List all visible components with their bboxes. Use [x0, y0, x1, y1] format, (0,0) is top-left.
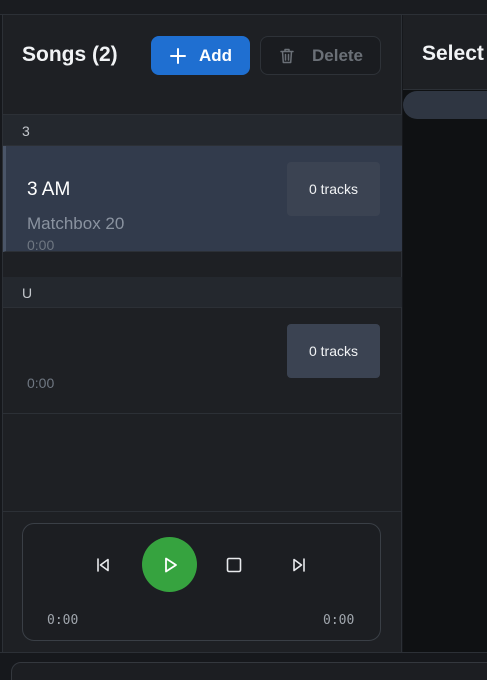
- group-header-u: U: [3, 277, 402, 308]
- group-letter: U: [22, 285, 33, 301]
- song-artist: Matchbox 20: [27, 214, 125, 233]
- add-button-label: Add: [198, 45, 233, 65]
- detail-title: Select: [422, 42, 484, 65]
- skip-previous-icon: [97, 558, 109, 572]
- play-button[interactable]: [142, 537, 197, 592]
- songs-panel: Songs (2) Add Delete 3 3 AM Matchbox 20 …: [3, 15, 402, 652]
- player-area: 0:00 0:00: [3, 511, 402, 652]
- detail-panel: Select: [403, 15, 487, 652]
- tracks-badge[interactable]: 0 tracks: [287, 162, 380, 216]
- total-time: 0:00: [323, 613, 355, 628]
- detail-header: Select: [403, 15, 487, 90]
- song-duration: 0:00: [27, 375, 55, 391]
- stop-icon: [226, 557, 242, 573]
- song-item-untitled[interactable]: 0:00 0 tracks: [3, 308, 402, 414]
- top-bar: [0, 0, 487, 15]
- group-header-3: 3: [3, 115, 402, 146]
- group-letter: 3: [22, 123, 30, 139]
- play-icon: [164, 557, 177, 572]
- skip-next-button[interactable]: [289, 556, 309, 574]
- songs-title: Songs (2): [22, 43, 118, 66]
- tracks-badge[interactable]: 0 tracks: [287, 324, 380, 378]
- detail-tab-pill[interactable]: [403, 91, 487, 119]
- trash-icon: [280, 48, 294, 63]
- stop-button[interactable]: [224, 556, 244, 574]
- bottom-bar: [0, 652, 487, 680]
- elapsed-time: 0:00: [47, 613, 79, 628]
- delete-button-label: Delete: [311, 45, 364, 65]
- songs-header: Songs (2) Add Delete: [3, 15, 402, 115]
- plus-icon: [169, 47, 186, 64]
- song-duration: 0:00: [27, 237, 55, 253]
- audio-player: 0:00 0:00: [22, 523, 381, 641]
- bottom-panel: [11, 662, 487, 680]
- song-title: 3 AM: [27, 179, 71, 200]
- song-item-3-am[interactable]: 3 AM Matchbox 20 0:00 0 tracks: [3, 146, 402, 253]
- delete-button[interactable]: Delete: [260, 36, 381, 75]
- skip-next-icon: [293, 558, 305, 572]
- skip-previous-button[interactable]: [93, 556, 113, 574]
- add-button[interactable]: Add: [151, 36, 250, 75]
